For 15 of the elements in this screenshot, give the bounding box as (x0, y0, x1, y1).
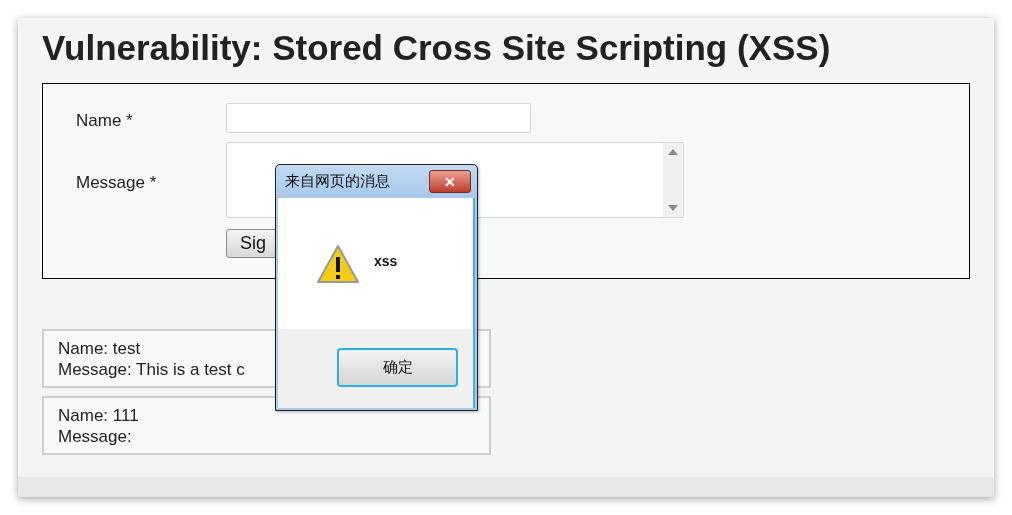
entry-text: Message: (58, 426, 132, 447)
warning-icon (316, 243, 360, 284)
field-label: Name * (76, 110, 134, 132)
field-label: Message * (76, 171, 158, 194)
scroll-up-icon[interactable] (668, 148, 678, 155)
dialog-message: xss (374, 251, 398, 271)
page-title: Vulnerability: Stored Cross Site Scripting (XSS) (42, 27, 831, 69)
entry-text: Message: This is a test c (58, 359, 245, 380)
entry-text: Name: test (58, 338, 141, 359)
dialog-title: 来自网页的消息 (285, 171, 390, 192)
scrollbar[interactable] (663, 142, 683, 217)
scroll-down-icon[interactable] (668, 204, 678, 211)
name-input-field[interactable] (226, 103, 531, 133)
ok-button[interactable]: 确定 (337, 348, 458, 387)
entry-text: Name: 111 (58, 405, 139, 426)
